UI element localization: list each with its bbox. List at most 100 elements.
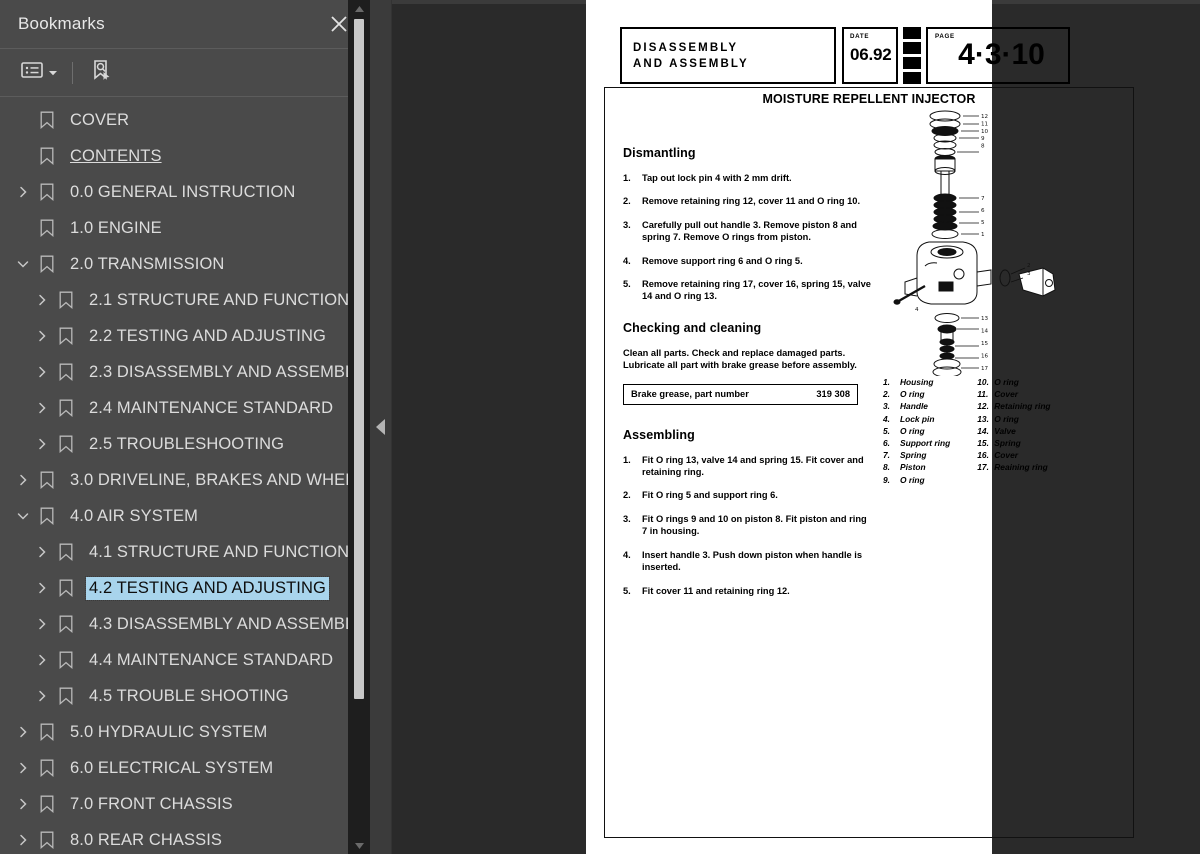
close-icon[interactable] <box>328 13 350 35</box>
page-number: 4·3·10 <box>958 38 1045 71</box>
bookmark-item[interactable]: 3.0 DRIVELINE, BRAKES AND WHEELS <box>0 462 370 498</box>
checking-paragraph: Clean all parts. Check and replace damag… <box>623 347 857 371</box>
bookmark-item[interactable]: 4.1 STRUCTURE AND FUNCTION <box>0 534 370 570</box>
instructions-column: Dismantling 1. Tap out lock pin 4 with 2 … <box>623 146 871 608</box>
bookmark-item[interactable]: 8.0 REAR CHASSIS <box>0 822 370 854</box>
bookmark-icon <box>55 651 77 669</box>
bookmark-icon <box>55 363 77 381</box>
black-block <box>903 57 921 69</box>
step-text: Fit cover 11 and retaining ring 12. <box>642 585 790 596</box>
parts-legend-row: 1. Housing <box>883 376 950 388</box>
diagram-callout: 11 <box>981 121 989 127</box>
chevron-right-icon[interactable] <box>12 721 34 743</box>
chevron-right-icon[interactable] <box>31 577 53 599</box>
chevron-right-icon[interactable] <box>12 829 34 851</box>
parts-legend-column-1: 1. Housing 2. O ring 3. Handle 4. Lock pin 5. O r… <box>883 376 950 486</box>
bookmarks-scrollbar[interactable] <box>348 0 370 854</box>
date-value: 06.92 <box>850 45 892 64</box>
panel-divider[interactable] <box>370 0 392 854</box>
bookmark-item[interactable]: 4.3 DISASSEMBLY AND ASSEMBLY <box>0 606 370 642</box>
chevron-right-icon[interactable] <box>12 181 34 203</box>
bookmark-item[interactable]: 4.0 AIR SYSTEM <box>0 498 370 534</box>
bookmark-label: 5.0 HYDRAULIC SYSTEM <box>70 722 268 741</box>
chevron-down-icon[interactable] <box>12 505 34 527</box>
bookmark-label: 0.0 GENERAL INSTRUCTION <box>70 182 296 201</box>
bookmark-item[interactable]: 2.0 TRANSMISSION <box>0 246 370 282</box>
bookmark-item[interactable]: 7.0 FRONT CHASSIS <box>0 786 370 822</box>
part-name: Support ring <box>900 438 951 449</box>
diagram-callout: 12 <box>981 114 988 120</box>
part-name: Valve <box>994 425 1016 436</box>
step-number: 1. <box>623 454 631 465</box>
diagram-callout: 4 <box>915 307 919 313</box>
bookmark-label: 7.0 FRONT CHASSIS <box>70 794 233 813</box>
bookmark-icon <box>36 831 58 849</box>
bookmark-icon <box>55 615 77 633</box>
chevron-down-icon[interactable] <box>12 253 34 275</box>
chevron-right-icon[interactable] <box>31 433 53 455</box>
bookmark-item[interactable]: 0.0 GENERAL INSTRUCTION <box>0 174 370 210</box>
bookmark-label: 6.0 ELECTRICAL SYSTEM <box>70 758 274 777</box>
bookmark-item[interactable]: 2.1 STRUCTURE AND FUNCTION <box>0 282 370 318</box>
diagram-callout: 9 <box>981 136 985 142</box>
diagram-callout: 6 <box>981 208 985 214</box>
instruction-step: 4. Remove support ring 6 and O ring 5. <box>623 255 871 267</box>
bookmark-item[interactable]: CONTENTS <box>0 138 370 174</box>
bookmark-item[interactable]: 5.0 HYDRAULIC SYSTEM <box>0 714 370 750</box>
chevron-right-icon[interactable] <box>31 541 53 563</box>
bookmarks-tree[interactable]: COVER CONTENTS 0.0 GENERAL INSTRUCTION 1.0 … <box>0 97 370 854</box>
bookmark-item[interactable]: 1.0 ENGINE <box>0 210 370 246</box>
bookmark-icon <box>36 795 58 813</box>
part-number: 5. <box>883 425 890 436</box>
parts-legend-column-2: 10. O ring 11. Cover 12. Retaining ring 13. O r… <box>977 376 1050 486</box>
pdf-reader-window: Bookmarks COVER CONTENTS 0.0 GENERAL INS… <box>0 0 1200 854</box>
chevron-right-icon[interactable] <box>12 757 34 779</box>
bookmark-options-button[interactable] <box>18 58 60 87</box>
chevron-right-icon[interactable] <box>31 613 53 635</box>
page-header: DISASSEMBLY AND ASSEMBLY DATE 06.92 PAGE… <box>620 27 1070 84</box>
chevron-right-icon[interactable] <box>12 793 34 815</box>
find-bookmark-button[interactable] <box>87 56 115 89</box>
bookmark-label: 2.2 TESTING AND ADJUSTING <box>89 326 326 345</box>
instruction-step: 1. Tap out lock pin 4 with 2 mm drift. <box>623 172 871 184</box>
bookmark-label: COVER <box>70 110 130 129</box>
bookmarks-panel-titlebar: Bookmarks <box>0 0 370 49</box>
chevron-right-icon[interactable] <box>31 397 53 419</box>
parts-legend-row: 4. Lock pin <box>883 413 950 425</box>
part-name: O ring <box>900 425 925 436</box>
bookmark-item[interactable]: 2.5 TROUBLESHOOTING <box>0 426 370 462</box>
find-bookmark-icon <box>89 58 113 87</box>
bookmark-label: 2.1 STRUCTURE AND FUNCTION <box>89 290 350 309</box>
bookmark-item[interactable]: 4.4 MAINTENANCE STANDARD <box>0 642 370 678</box>
chevron-right-icon[interactable] <box>31 685 53 707</box>
scroll-down-arrow-icon[interactable] <box>348 837 370 854</box>
bookmark-label: 4.5 TROUBLE SHOOTING <box>89 686 289 705</box>
collapse-left-icon[interactable] <box>375 418 387 436</box>
scroll-up-arrow-icon[interactable] <box>348 0 370 17</box>
step-text: Remove retaining ring 12, cover 11 and O… <box>642 196 861 207</box>
bookmark-item[interactable]: 2.3 DISASSEMBLY AND ASSEMBLY <box>0 354 370 390</box>
chevron-right-icon[interactable] <box>31 649 53 671</box>
bookmark-item[interactable]: 6.0 ELECTRICAL SYSTEM <box>0 750 370 786</box>
bookmark-item[interactable]: 2.4 MAINTENANCE STANDARD <box>0 390 370 426</box>
page-title: MOISTURE REPELLENT INJECTOR <box>762 92 976 106</box>
chevron-right-icon[interactable] <box>12 469 34 491</box>
part-number: 12. <box>977 401 989 412</box>
part-name: Retaining ring <box>994 401 1051 412</box>
part-name: Housing <box>900 377 934 387</box>
bookmark-item[interactable]: 4.2 TESTING AND ADJUSTING <box>0 570 370 606</box>
step-text: Fit O ring 13, valve 14 and spring 15. F… <box>642 454 864 478</box>
bookmark-item[interactable]: 4.5 TROUBLE SHOOTING <box>0 678 370 714</box>
part-number: 14. <box>977 425 989 436</box>
document-viewer[interactable]: DISASSEMBLY AND ASSEMBLY DATE 06.92 PAGE… <box>392 0 1200 854</box>
scrollbar-thumb[interactable] <box>354 19 364 699</box>
bookmark-item[interactable]: COVER <box>0 102 370 138</box>
bookmark-item[interactable]: 2.2 TESTING AND ADJUSTING <box>0 318 370 354</box>
step-text: Fit O ring 5 and support ring 6. <box>642 490 778 501</box>
part-number: 11. <box>977 389 989 400</box>
bookmark-label: CONTENTS <box>70 146 162 165</box>
bookmark-icon <box>55 543 77 561</box>
chevron-right-icon[interactable] <box>31 325 53 347</box>
chevron-right-icon[interactable] <box>31 361 53 383</box>
chevron-right-icon[interactable] <box>31 289 53 311</box>
